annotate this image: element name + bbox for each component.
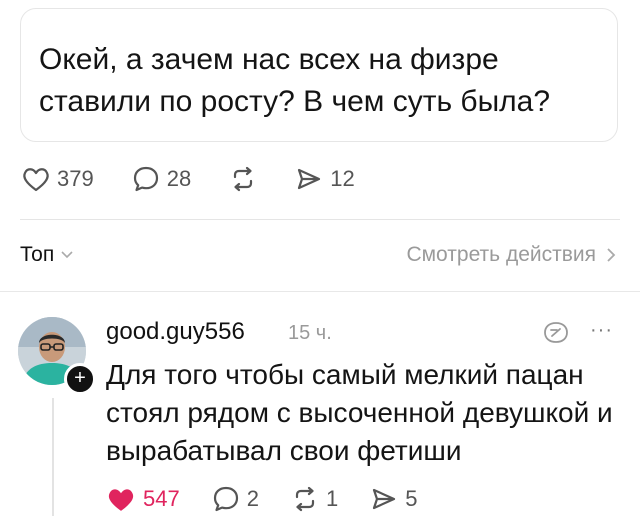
post-like-button[interactable]: 379 bbox=[22, 166, 94, 192]
view-activity-label: Смотреть действия bbox=[406, 243, 596, 266]
post-share-count: 12 bbox=[330, 166, 355, 191]
quoted-post-card[interactable]: Окей, а зачем нас всех на физре ставили … bbox=[20, 8, 618, 142]
comment-bubble-icon bbox=[213, 486, 238, 512]
comment-share-count: 5 bbox=[405, 486, 418, 511]
comment-username[interactable]: good.guy556 bbox=[106, 318, 245, 346]
post-action-bar: 379 28 12 bbox=[22, 165, 393, 193]
comment-timestamp: 15 ч. bbox=[288, 322, 332, 344]
repost-icon bbox=[295, 486, 315, 512]
comment-like-button[interactable]: 547 bbox=[106, 486, 180, 513]
heart-icon bbox=[23, 168, 49, 192]
comment-repost-button[interactable]: 1 bbox=[291, 485, 338, 513]
quoted-post-text: Окей, а зачем нас всех на физре ставили … bbox=[39, 43, 551, 118]
post-comment-count: 28 bbox=[166, 166, 192, 191]
thread-line bbox=[52, 398, 54, 516]
comment-like-count: 547 bbox=[143, 486, 180, 511]
comment-text: Для того чтобы самый мелкий пацан стоял … bbox=[106, 359, 613, 466]
heart-filled-icon bbox=[108, 488, 134, 511]
comment-reply-count: 2 bbox=[246, 486, 259, 511]
comment-reply-button[interactable]: 2 bbox=[212, 485, 259, 513]
follow-plus-button[interactable]: + bbox=[64, 363, 96, 395]
post-comment-button[interactable]: 28 bbox=[132, 165, 191, 193]
comment-repost-count: 1 bbox=[325, 486, 339, 511]
comment-action-bar: 547 2 1 5 bbox=[106, 485, 449, 513]
sort-label: Топ bbox=[20, 243, 55, 266]
translate-icon bbox=[544, 322, 568, 343]
more-options-button[interactable]: ··· bbox=[590, 319, 613, 342]
comment-bubble-icon bbox=[133, 166, 158, 192]
section-separator bbox=[0, 291, 640, 292]
repost-icon bbox=[234, 166, 253, 192]
sort-dropdown[interactable]: Топ bbox=[20, 243, 74, 267]
send-icon bbox=[373, 488, 396, 510]
post-like-count: 379 bbox=[57, 166, 94, 191]
chevron-right-icon bbox=[607, 248, 616, 262]
view-activity-link[interactable]: Смотреть действия bbox=[406, 243, 616, 267]
post-share-button[interactable]: 12 bbox=[295, 165, 355, 193]
comment-share-button[interactable]: 5 bbox=[370, 485, 417, 513]
divider bbox=[20, 219, 620, 220]
post-repost-button[interactable] bbox=[229, 165, 257, 193]
send-icon bbox=[298, 168, 321, 190]
chevron-down-icon bbox=[61, 251, 73, 259]
translate-button[interactable] bbox=[540, 320, 572, 351]
